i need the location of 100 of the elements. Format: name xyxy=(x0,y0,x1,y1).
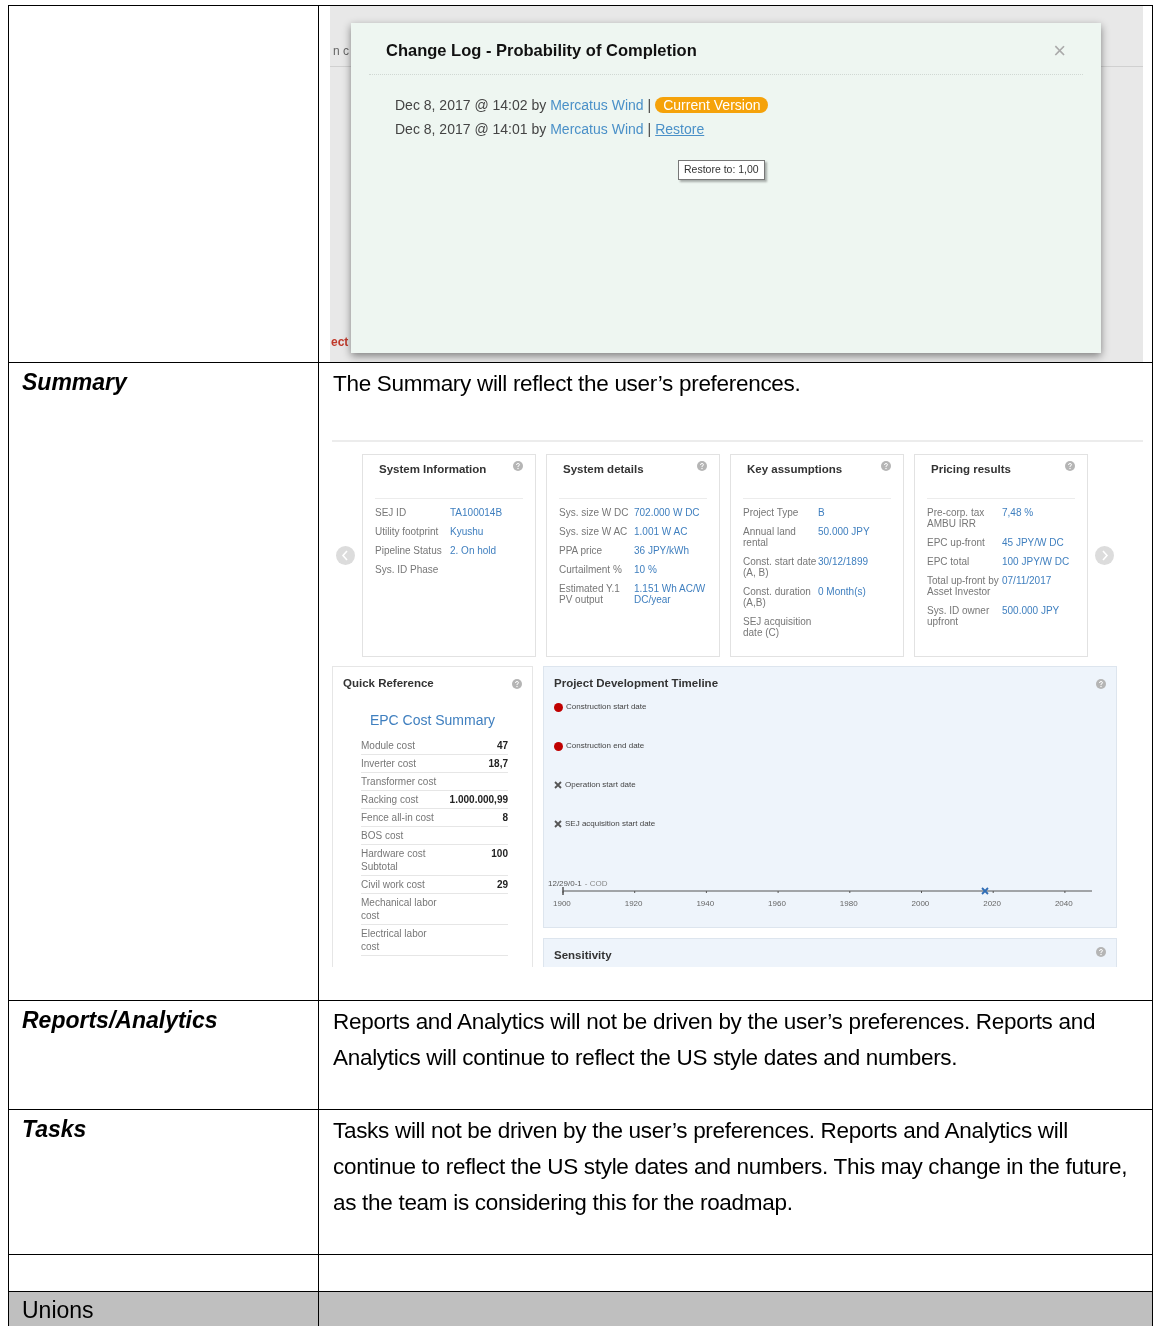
field-value: 100 JPY/W DC xyxy=(1002,556,1070,567)
field-value: 07/11/2017 xyxy=(1002,575,1052,588)
field-value: 7,48 % xyxy=(1002,507,1034,520)
field-value: 50.000 JPY xyxy=(818,526,870,539)
row-heading: Summary xyxy=(22,368,129,397)
panel-title: Project Development Timeline xyxy=(554,676,719,691)
axis-label: 2020 xyxy=(983,898,1001,910)
field-label: Total up-front by Asset Investor xyxy=(927,575,1000,597)
axis-label: 1900 xyxy=(553,898,571,910)
help-icon xyxy=(1065,461,1075,471)
field-label: Utility footprint xyxy=(375,526,440,537)
cross-icon xyxy=(981,887,989,895)
separator: | xyxy=(647,119,652,139)
axis-label: 2040 xyxy=(1054,898,1073,910)
field-label: Estimated Y.1 PV output xyxy=(559,583,621,605)
card-title: Key assumptions xyxy=(746,462,843,477)
panel-title: Sensitivity xyxy=(554,948,612,963)
help-icon xyxy=(1096,678,1106,689)
axis-label: 1960 xyxy=(768,898,786,910)
field-value: 0 Month(s) xyxy=(818,586,866,599)
paragraph: Tasks will not be driven by the user’s preferences. Reports and Analytics will continue to reflect the US style dates and numbers. This may change in the future, as the team is considering this for the roadmap. xyxy=(333,1117,1129,1217)
help-icon xyxy=(512,678,522,689)
user-link[interactable]: Mercatus Wind xyxy=(550,118,644,140)
cost-label: Transformer cost xyxy=(361,775,438,789)
field-value: 500.000 JPY xyxy=(1002,605,1060,618)
cost-label: Module cost xyxy=(361,739,416,753)
field-label: Sys. size W DC xyxy=(559,507,630,518)
help-icon xyxy=(697,461,707,471)
cost-label: Hardware cost Subtotal xyxy=(361,847,427,874)
help-icon xyxy=(1096,947,1106,957)
cost-value: 47 xyxy=(496,739,508,753)
section-title: EPC Cost Summary xyxy=(368,711,497,731)
restore-link[interactable]: Restore xyxy=(655,118,705,140)
close-button[interactable]: × xyxy=(1053,39,1066,62)
field-value: B xyxy=(818,507,825,518)
cost-label: BOS cost xyxy=(361,829,405,843)
axis-label: 2000 xyxy=(911,898,930,910)
cost-label: Civil work cost xyxy=(361,878,426,892)
field-label: EPC total xyxy=(927,556,971,567)
dialog-title: Change Log - Probability of Completion xyxy=(386,40,697,62)
field-label: EPC up-front xyxy=(927,537,986,548)
legend-label: Construction start date xyxy=(566,701,647,714)
panel-title: Quick Reference xyxy=(343,676,434,691)
field-value: TA100014B xyxy=(450,507,503,518)
tooltip: Restore to: 1,00 xyxy=(678,160,765,180)
cost-value: 8 xyxy=(502,811,508,825)
cost-value: 18,7 xyxy=(488,757,508,771)
field-value: 36 JPY/kWh xyxy=(634,545,690,556)
axis-label: 1980 xyxy=(839,898,858,910)
legend-label: SEJ acquisition start date xyxy=(565,818,656,831)
field-label: Sys. ID Phase xyxy=(375,564,440,575)
field-label: Const. duration (A,B) xyxy=(743,586,812,608)
field-value: 45 JPY/W DC xyxy=(1002,537,1064,548)
dot-icon xyxy=(554,702,563,712)
background-text: n c xyxy=(333,43,349,60)
field-label: Const. start date (A, B) xyxy=(743,556,818,578)
separator: | xyxy=(647,95,652,115)
field-label: PPA price xyxy=(559,545,604,556)
cost-label: Inverter cost xyxy=(361,757,418,771)
cost-label: Fence all-in cost xyxy=(361,811,435,825)
field-label: Project Type xyxy=(743,507,800,518)
field-value: 1.151 Wh AC/W DC/year xyxy=(634,583,707,605)
field-label: SEJ ID xyxy=(375,507,408,518)
axis-caption: 12/29/0-1 xyxy=(548,878,582,890)
row-heading: Tasks xyxy=(22,1115,88,1144)
row-heading: Reports/Analytics xyxy=(22,1006,219,1035)
cross-icon xyxy=(554,820,562,829)
field-value: 2. On hold xyxy=(450,545,497,556)
card-title: Pricing results xyxy=(930,462,1011,477)
cost-value: 1.000.000,99 xyxy=(449,793,508,807)
help-icon xyxy=(513,461,523,471)
field-label: Curtailment % xyxy=(559,564,623,575)
paragraph: The Summary will reflect the user’s preferences. xyxy=(333,370,802,398)
card-title: System Information xyxy=(378,462,487,477)
field-label: Annual land rental xyxy=(743,526,797,548)
field-label: Pipeline Status xyxy=(375,545,443,556)
cross-icon xyxy=(554,781,562,790)
field-value: 10 % xyxy=(634,564,657,575)
axis-caption: - COD xyxy=(584,878,608,890)
field-label: SEJ acquisition date (C) xyxy=(743,616,813,638)
field-label: Sys. size W AC xyxy=(559,526,629,537)
dot-icon xyxy=(554,741,563,751)
current-version-badge: Current Version xyxy=(655,97,769,113)
legend-label: Operation start date xyxy=(565,779,636,792)
axis-label: 1940 xyxy=(696,898,715,910)
axis-label: 1920 xyxy=(624,898,643,910)
cost-label: Electrical labor cost xyxy=(361,927,428,954)
cost-value: 100 xyxy=(491,847,508,862)
field-label: Pre-corp. tax AMBU IRR xyxy=(927,507,986,529)
user-link[interactable]: Mercatus Wind xyxy=(550,94,644,116)
field-value: 1.001 W AC xyxy=(634,526,688,537)
entry-timestamp: Dec 8, 2017 @ 14:02 by xyxy=(395,95,547,115)
legend-label: Construction end date xyxy=(566,740,645,753)
field-label: Sys. ID owner upfront xyxy=(927,605,991,627)
field-value: 30/12/1899 xyxy=(818,556,869,569)
card-title: System details xyxy=(562,462,644,477)
cost-value: 29 xyxy=(496,878,508,892)
row-heading: Unions xyxy=(22,1296,95,1324)
cost-label: Mechanical labor cost xyxy=(361,896,438,923)
field-value: 702.000 W DC xyxy=(634,507,700,518)
